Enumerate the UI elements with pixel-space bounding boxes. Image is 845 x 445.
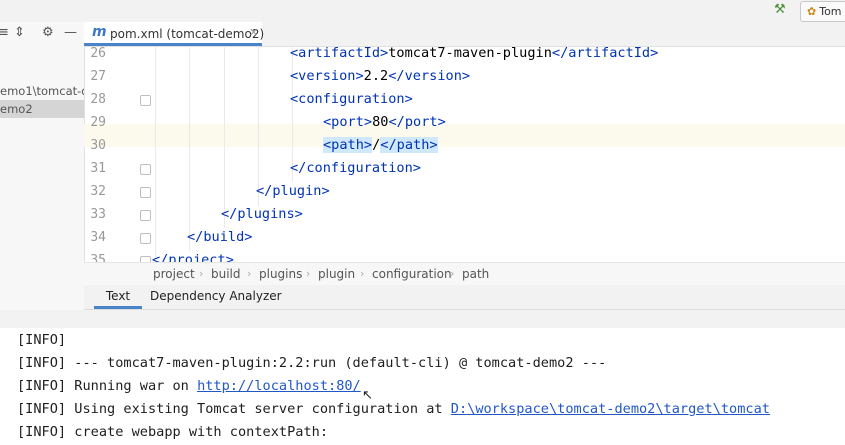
line-number: 29 — [90, 115, 106, 130]
code-token: <artifactId> — [290, 46, 389, 61]
tab-dependency-analyzer[interactable]: Dependency Analyzer — [150, 285, 282, 309]
console-header — [0, 310, 845, 329]
console-line: [INFO] Using existing Tomcat server conf… — [17, 398, 770, 421]
breadcrumb-item[interactable]: project — [153, 263, 195, 285]
build-hammer-icon[interactable]: ⚒ — [774, 2, 786, 17]
code-token: </version> — [388, 68, 471, 84]
code-line[interactable]: <path>/</path> — [323, 134, 438, 157]
breadcrumb-separator-icon: › — [199, 267, 204, 280]
code-token: <port> — [323, 114, 373, 130]
line-number: 31 — [90, 161, 106, 176]
breadcrumb-separator-icon: › — [306, 267, 311, 280]
indent-guide — [224, 46, 225, 228]
line-number: 33 — [90, 207, 106, 222]
code-token: <configuration> — [290, 91, 413, 107]
breadcrumb-item[interactable]: build — [211, 263, 241, 285]
console-line: [INFO] Running war on http://localhost:8… — [17, 375, 361, 398]
top-toolbar — [0, 0, 845, 22]
console-text: [INFO] --- tomcat7-maven-plugin:2.2:run … — [17, 355, 607, 371]
breadcrumb: project › build › plugins › plugin › configurati… — [84, 262, 845, 285]
code-editor[interactable]: <artifactId>tomcat7-maven-plugin</artifa… — [150, 46, 845, 262]
code-line[interactable]: </plugin> — [256, 180, 330, 203]
expand-all-icon[interactable]: ⇕ — [14, 25, 25, 40]
maven-file-icon: m — [92, 24, 107, 40]
breadcrumb-item[interactable]: plugins — [259, 263, 302, 285]
code-line[interactable]: </plugins> — [221, 203, 303, 226]
code-line[interactable]: </build> — [187, 226, 252, 249]
close-tab-icon[interactable]: ✕ — [249, 26, 258, 39]
code-token: tomcat7-maven-plugin — [388, 46, 552, 61]
indent-guide — [189, 46, 190, 251]
tree-item-label: emo2 — [0, 102, 33, 116]
console-line: [INFO] — [17, 329, 66, 352]
code-line[interactable]: <configuration> — [290, 88, 413, 111]
console-line: [INFO] create webapp with contextPath: — [17, 421, 328, 444]
code-token: </configuration> — [290, 160, 421, 176]
console-text: [INFO] Running war on — [17, 378, 198, 394]
collapse-icon[interactable]: ≡ — [0, 25, 9, 40]
console-line: [INFO] --- tomcat7-maven-plugin:2.2:run … — [17, 352, 606, 375]
tomcat-icon: ✿ — [807, 5, 817, 18]
code-line[interactable]: </project> — [152, 249, 234, 262]
breadcrumb-item[interactable]: configuration — [372, 263, 452, 285]
console-text: [INFO] Using existing Tomcat server conf… — [17, 401, 451, 417]
project-panel — [0, 22, 85, 310]
code-token: </project> — [152, 252, 234, 262]
console-text: [INFO] create webapp with contextPath: — [17, 424, 328, 440]
code-line[interactable]: <version>2.2</version> — [290, 65, 470, 88]
code-token: 2.2 — [363, 68, 389, 84]
run-config-label: Tom — [819, 5, 842, 18]
console-output[interactable]: [INFO] [INFO] --- tomcat7-maven-plugin:2.… — [0, 328, 845, 445]
code-token: <version> — [290, 68, 364, 84]
tab-text[interactable]: Text — [94, 285, 142, 309]
code-line[interactable]: <port>80</port> — [323, 111, 446, 134]
code-token: </artifactId> — [551, 46, 659, 61]
tree-item-label: emo1\tomcat-d — [0, 84, 84, 98]
project-panel-toolbar: ≡ ⇕ ⚙ — — [0, 22, 84, 46]
code-token: </build> — [187, 229, 253, 245]
tab-pom-xml[interactable]: m pom.xml (tomcat-demo2) ✕ — [84, 22, 265, 46]
code-token: </path> — [380, 137, 438, 153]
code-token: <path> — [323, 137, 373, 153]
breadcrumb-item[interactable]: plugin — [318, 263, 355, 285]
code-token: 80 — [372, 114, 389, 130]
code-line[interactable]: <artifactId>tomcat7-maven-plugin</artifa… — [290, 46, 658, 65]
console-link[interactable]: http://localhost:80/ — [197, 378, 361, 394]
mouse-pointer-icon: ↖ — [362, 388, 373, 403]
code-token: </plugin> — [256, 183, 330, 199]
code-line[interactable]: </configuration> — [290, 157, 421, 180]
tree-item-module1[interactable]: emo1\tomcat-d — [0, 82, 84, 100]
line-number: 34 — [90, 230, 106, 245]
breadcrumb-separator-icon: › — [247, 267, 252, 280]
tab-label: pom.xml (tomcat-demo2) — [110, 27, 265, 41]
code-token: </plugins> — [221, 206, 303, 222]
console-link[interactable]: D:\workspace\tomcat-demo2\target\tomcat — [451, 401, 770, 417]
console-text: [INFO] — [17, 332, 67, 348]
line-number: 32 — [90, 184, 106, 199]
line-number: 30 — [90, 138, 106, 153]
hide-icon[interactable]: — — [64, 25, 77, 40]
line-number: 26 — [90, 46, 106, 61]
run-configuration-selector[interactable]: ✿ Tom — [800, 1, 845, 22]
code-token: </port> — [388, 114, 446, 130]
indent-guide — [155, 46, 156, 262]
gear-icon[interactable]: ⚙ — [42, 25, 54, 40]
tree-item-module2[interactable]: emo2 — [0, 100, 84, 118]
line-number: 28 — [90, 92, 106, 107]
breadcrumb-separator-icon: › — [360, 267, 365, 280]
line-number: 27 — [90, 69, 106, 84]
breadcrumb-separator-icon: › — [450, 267, 455, 280]
breadcrumb-item[interactable]: path — [462, 263, 489, 285]
